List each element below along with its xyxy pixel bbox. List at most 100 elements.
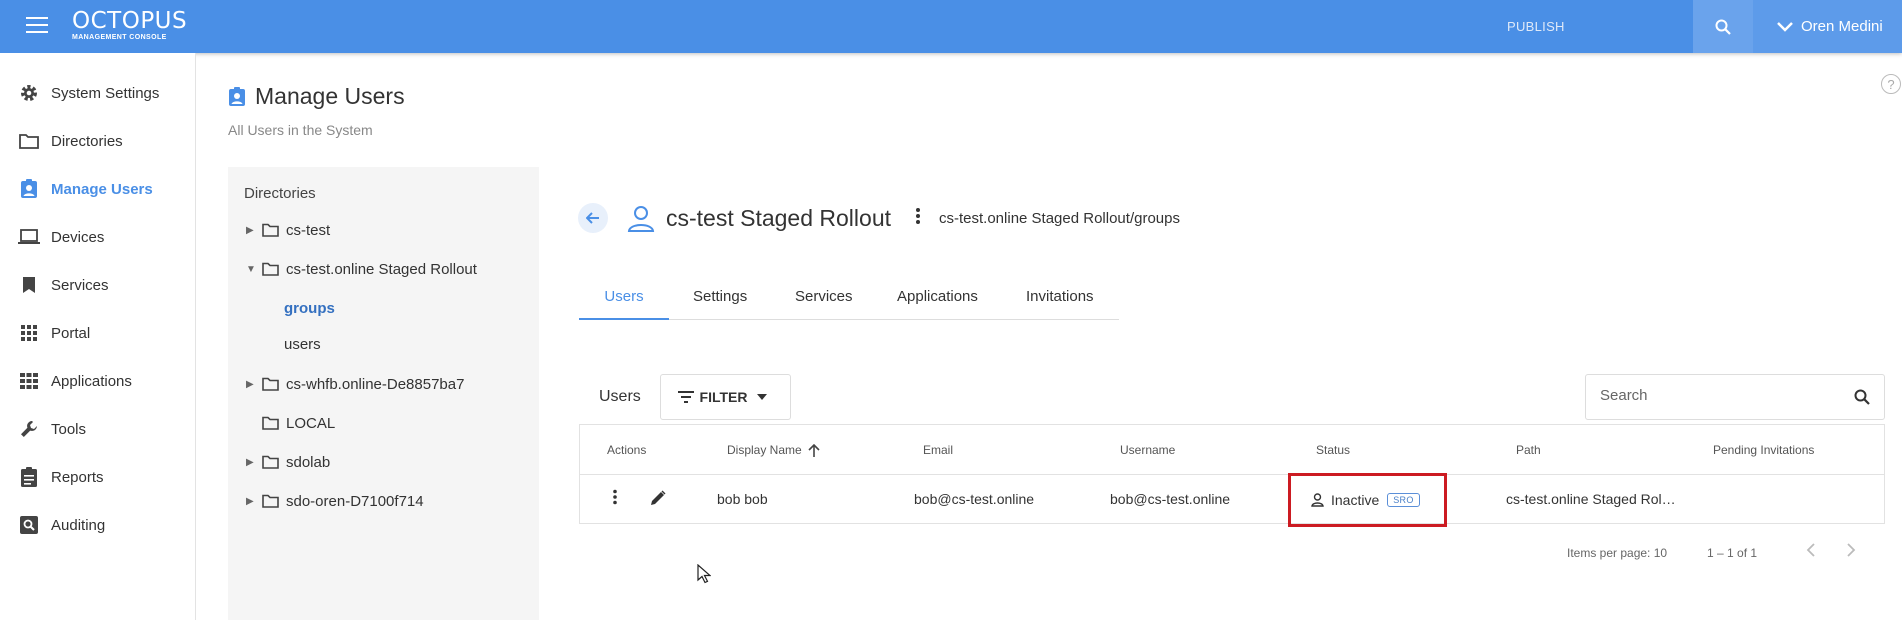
expand-arrow-icon[interactable]: ▶ bbox=[246, 379, 262, 390]
column-header-actions: Actions bbox=[607, 443, 647, 457]
sidebar-item-label: Tools bbox=[51, 420, 87, 438]
gear-icon bbox=[18, 83, 40, 103]
tab-applications[interactable]: Applications bbox=[897, 288, 978, 320]
user-badge-icon bbox=[18, 179, 40, 199]
more-vert-icon[interactable] bbox=[915, 207, 921, 230]
sidebar-item-directories[interactable]: Directories bbox=[0, 121, 195, 161]
sidebar-item-system-settings[interactable]: System Settings bbox=[0, 73, 195, 113]
status-badge: SRO bbox=[1387, 493, 1420, 507]
filter-button[interactable]: FILTER bbox=[660, 374, 791, 420]
tree-node-label: LOCAL bbox=[286, 414, 336, 432]
items-per-page[interactable]: Items per page: 10 bbox=[1567, 546, 1667, 560]
column-header-pending-invitations[interactable]: Pending Invitations bbox=[1713, 443, 1814, 457]
column-header-username[interactable]: Username bbox=[1120, 443, 1175, 457]
sidebar: System Settings Directories Manage Users… bbox=[0, 53, 196, 620]
tree-node-local[interactable]: LOCAL bbox=[246, 409, 335, 437]
sidebar-item-tools[interactable]: Tools bbox=[0, 409, 195, 449]
tree-node-cs-test-online-staged-rollout[interactable]: ▼ cs-test.online Staged Rollout bbox=[246, 255, 477, 283]
page-range: 1 – 1 of 1 bbox=[1707, 546, 1758, 560]
arrow-left-icon bbox=[586, 212, 599, 224]
chevron-down-icon bbox=[1777, 21, 1793, 32]
sidebar-item-label: Portal bbox=[51, 324, 91, 342]
column-header-path[interactable]: Path bbox=[1516, 443, 1541, 457]
group-title: cs-test Staged Rollout bbox=[666, 205, 892, 231]
users-table: Actions Display Name Email Username Stat… bbox=[579, 424, 1885, 527]
page-header: Manage Users bbox=[228, 83, 405, 110]
cell-email: bob@cs-test.online bbox=[914, 491, 1035, 507]
expand-arrow-icon[interactable]: ▶ bbox=[246, 457, 262, 468]
tree-node-cs-test[interactable]: ▶ cs-test bbox=[246, 216, 330, 244]
menu-icon[interactable] bbox=[26, 17, 48, 35]
logo: OCTOPUS MANAGEMENT CONSOLE bbox=[72, 9, 187, 42]
help-icon[interactable]: ? bbox=[1881, 74, 1901, 94]
column-header-email[interactable]: Email bbox=[923, 443, 953, 457]
sidebar-item-portal[interactable]: Portal bbox=[0, 313, 195, 353]
table-header: Actions Display Name Email Username Stat… bbox=[580, 425, 1884, 475]
more-vert-icon[interactable] bbox=[612, 489, 618, 510]
sidebar-item-label: Services bbox=[51, 276, 109, 294]
cell-display-name: bob bob bbox=[717, 491, 768, 507]
search-field bbox=[1585, 374, 1885, 420]
page-title: Manage Users bbox=[255, 83, 405, 109]
edit-pencil-icon[interactable] bbox=[650, 490, 666, 511]
folder-icon bbox=[262, 377, 279, 391]
expand-arrow-icon[interactable]: ▶ bbox=[246, 225, 262, 236]
sidebar-item-label: Reports bbox=[51, 468, 104, 486]
search-icon bbox=[1715, 19, 1731, 35]
folder-icon bbox=[262, 455, 279, 469]
back-button[interactable] bbox=[578, 203, 608, 233]
caret-down-icon bbox=[757, 394, 768, 400]
prev-page-icon[interactable] bbox=[1806, 543, 1816, 562]
collapse-arrow-icon[interactable]: ▼ bbox=[246, 264, 262, 275]
tab-settings[interactable]: Settings bbox=[693, 288, 747, 320]
column-header-label: Display Name bbox=[727, 443, 802, 457]
user-badge-icon bbox=[229, 86, 245, 106]
folder-icon bbox=[18, 131, 40, 151]
tree-node-sdo-oren[interactable]: ▶ sdo-oren-D7100f714 bbox=[246, 487, 424, 515]
tree-node-label: cs-test bbox=[286, 221, 331, 239]
tree-leaf-users[interactable]: users bbox=[284, 336, 321, 353]
tree-node-cs-whfb[interactable]: ▶ cs-whfb.online-De8857ba7 bbox=[246, 370, 464, 398]
sidebar-item-manage-users[interactable]: Manage Users bbox=[0, 169, 195, 209]
sidebar-item-applications[interactable]: Applications bbox=[0, 361, 195, 401]
sidebar-item-label: Directories bbox=[51, 132, 123, 150]
folder-icon bbox=[262, 494, 279, 508]
tree-node-label: sdo-oren-D7100f714 bbox=[286, 492, 424, 510]
table-row: bob bob bob@cs-test.online bob@cs-test.o… bbox=[580, 473, 1884, 527]
arrow-up-icon bbox=[808, 443, 820, 457]
tab-invitations[interactable]: Invitations bbox=[1026, 288, 1094, 320]
sidebar-item-label: Manage Users bbox=[51, 180, 153, 198]
publish-button[interactable]: PUBLISH bbox=[1507, 19, 1565, 34]
next-page-icon[interactable] bbox=[1846, 543, 1856, 562]
tree-title: Directories bbox=[244, 185, 316, 202]
search-box-icon bbox=[18, 515, 40, 535]
laptop-icon bbox=[18, 227, 40, 247]
user-outline-icon bbox=[626, 203, 656, 238]
global-search-button[interactable] bbox=[1693, 0, 1753, 53]
directory-tree: Directories ▶ cs-test ▼ cs-test.online S… bbox=[228, 167, 539, 620]
user-menu-button[interactable]: Oren Medini bbox=[1753, 0, 1902, 53]
sidebar-item-auditing[interactable]: Auditing bbox=[0, 505, 195, 545]
tree-node-sdolab[interactable]: ▶ sdolab bbox=[246, 448, 330, 476]
search-icon[interactable] bbox=[1854, 389, 1870, 410]
sidebar-item-label: Applications bbox=[51, 372, 132, 390]
mouse-cursor-icon bbox=[697, 563, 712, 589]
column-header-display-name[interactable]: Display Name bbox=[727, 443, 820, 457]
users-section-label: Users bbox=[599, 388, 641, 405]
sidebar-item-devices[interactable]: Devices bbox=[0, 217, 195, 257]
clipboard-icon bbox=[18, 467, 40, 487]
expand-arrow-icon[interactable]: ▶ bbox=[246, 496, 262, 507]
cell-username: bob@cs-test.online bbox=[1110, 491, 1231, 507]
grid-icon bbox=[18, 323, 40, 343]
column-header-status[interactable]: Status bbox=[1316, 443, 1350, 457]
tab-services[interactable]: Services bbox=[795, 288, 853, 320]
sidebar-item-label: Devices bbox=[51, 228, 105, 246]
sidebar-item-services[interactable]: Services bbox=[0, 265, 195, 305]
tree-node-label: cs-test.online Staged Rollout bbox=[286, 260, 477, 278]
tab-users[interactable]: Users bbox=[579, 288, 669, 320]
folder-icon bbox=[262, 416, 279, 430]
search-input[interactable] bbox=[1600, 387, 1840, 404]
filter-label: FILTER bbox=[699, 389, 748, 405]
tree-leaf-groups[interactable]: groups bbox=[284, 300, 335, 317]
sidebar-item-reports[interactable]: Reports bbox=[0, 457, 195, 497]
